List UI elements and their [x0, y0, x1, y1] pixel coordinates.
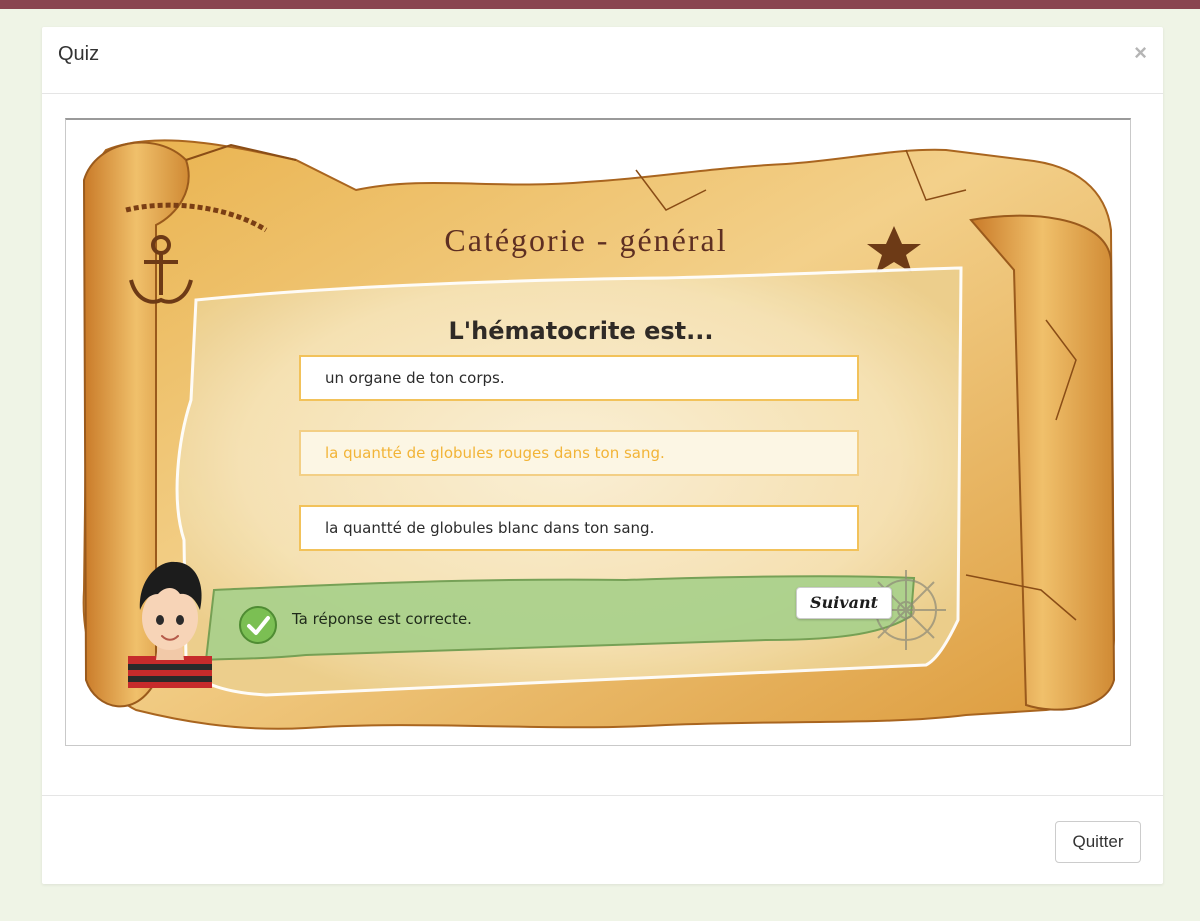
category-title: Catégorie - général — [444, 222, 728, 258]
quit-button[interactable]: Quitter — [1055, 821, 1141, 863]
answer-option-2[interactable]: la quantté de globules rouges dans ton s… — [299, 430, 859, 476]
modal-footer: Quitter — [42, 795, 1163, 885]
check-circle-icon — [239, 606, 277, 644]
top-accent-bar — [0, 0, 1200, 9]
modal-header: Quiz × — [42, 27, 1163, 94]
answer-option-1[interactable]: un organe de ton corps. — [299, 355, 859, 401]
close-icon[interactable]: × — [1134, 39, 1147, 67]
quiz-modal: Quiz × Catégorie - général L'hématocrite… — [42, 27, 1163, 884]
feedback-message: Ta réponse est correcte. — [292, 610, 472, 628]
answer-option-3[interactable]: la quantté de globules blanc dans ton sa… — [299, 505, 859, 551]
next-button[interactable]: Suivant — [796, 587, 892, 619]
modal-title: Quiz — [58, 43, 100, 65]
game-frame: Catégorie - général L'hématocrite est...… — [65, 118, 1131, 746]
question-text: L'hématocrite est... — [448, 317, 714, 345]
avatar — [128, 561, 212, 688]
